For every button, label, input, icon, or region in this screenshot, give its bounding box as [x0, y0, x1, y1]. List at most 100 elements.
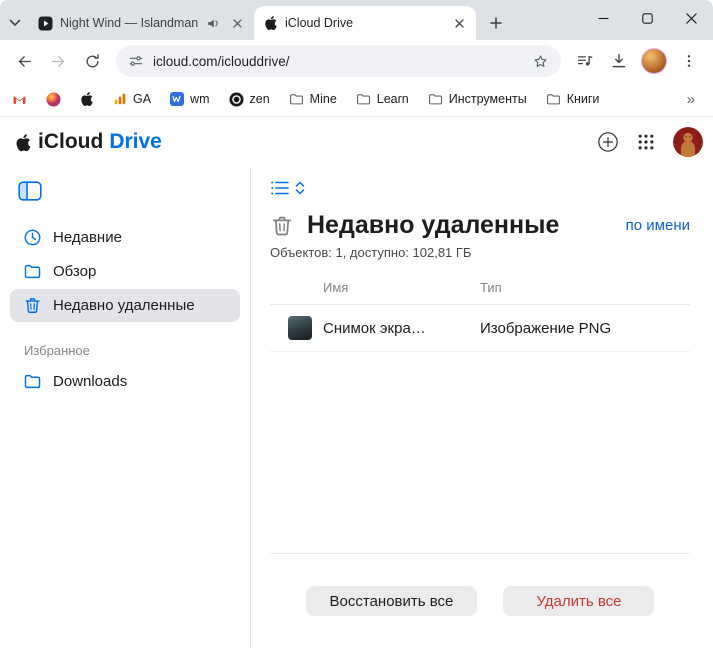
bookmark-folder-mine[interactable]: Mine: [289, 92, 337, 107]
wm-site-icon: [170, 92, 185, 106]
icloud-account-avatar[interactable]: [673, 127, 703, 157]
bookmark-label: wm: [190, 92, 210, 106]
view-toggle-button[interactable]: [270, 177, 305, 199]
apple-icon: [81, 92, 93, 106]
brand-drive-text: Drive: [109, 130, 162, 153]
sidebar-item-label: Недавно удаленные: [53, 297, 195, 314]
footer-actions: Восстановить все Удалить все: [270, 586, 690, 616]
close-tab-icon[interactable]: [450, 14, 468, 32]
sidebar-item-label: Downloads: [53, 373, 128, 390]
minimize-button[interactable]: [581, 0, 625, 36]
folder-icon: [24, 374, 41, 389]
sidebar-toggle-button[interactable]: [18, 181, 42, 201]
bookmark-zen[interactable]: zen: [229, 92, 270, 107]
bookmark-folder-tools[interactable]: Инструменты: [428, 92, 527, 107]
bookmark-label: Mine: [309, 92, 337, 106]
bookmark-label: Learn: [376, 92, 409, 106]
page-title: Недавно удаленные: [307, 211, 560, 239]
browser-profile-avatar[interactable]: [641, 48, 667, 74]
back-button[interactable]: [8, 45, 40, 77]
file-row[interactable]: Снимок экра… Изображение PNG: [270, 305, 690, 352]
folder-icon: [289, 93, 303, 104]
title-row: Недавно удаленные по имени: [270, 211, 690, 240]
folder-icon: [546, 93, 560, 104]
three-dot-menu-icon: [687, 55, 691, 67]
window-controls: [581, 0, 713, 36]
gmail-icon: [13, 95, 26, 104]
bookmark-folder-learn[interactable]: Learn: [356, 92, 409, 107]
sidebar-item-browse[interactable]: Обзор: [10, 255, 240, 288]
file-type: Изображение PNG: [480, 319, 612, 337]
chevron-updown-icon: [295, 181, 305, 195]
apple-favicon-icon: [265, 16, 277, 30]
app-launcher-grid-icon[interactable]: [636, 132, 656, 152]
sidebar-item-downloads[interactable]: Downloads: [10, 365, 240, 398]
speaker-icon[interactable]: [206, 16, 221, 31]
trash-title-icon: [273, 216, 291, 235]
bookmark-star-icon[interactable]: [532, 53, 549, 70]
file-name: Снимок экра…: [323, 319, 426, 337]
bookmark-label: Книги: [566, 92, 600, 106]
media-note-icon: [577, 55, 593, 66]
bookmark-folder-books[interactable]: Книги: [546, 92, 600, 107]
sidebar-item-label: Недавние: [53, 229, 122, 246]
footer-divider: [270, 553, 690, 554]
site-settings-icon[interactable]: [128, 53, 144, 69]
sidebar-toggle-icon: [18, 181, 42, 201]
download-button[interactable]: [603, 45, 635, 77]
address-bar[interactable]: icloud.com/iclouddrive/: [116, 45, 561, 77]
folder-icon: [356, 93, 370, 104]
column-header-type: Тип: [480, 280, 502, 295]
browser-menu-button[interactable]: [673, 45, 705, 77]
tab-night-wind[interactable]: Night Wind — Islandman: [28, 6, 254, 40]
bookmark-ga[interactable]: GA: [113, 92, 151, 106]
plus-icon: [490, 17, 502, 29]
reload-button[interactable]: [76, 45, 108, 77]
column-header-name: Имя: [323, 280, 349, 295]
reload-icon: [86, 53, 99, 67]
play-favicon-icon: [38, 16, 53, 30]
sidebar-item-recently-deleted[interactable]: Недавно удаленные: [10, 289, 240, 322]
apple-logo-icon: [16, 134, 31, 152]
add-plus-circle-icon[interactable]: [597, 131, 619, 153]
tab-icloud-drive[interactable]: iCloud Drive: [254, 6, 476, 40]
new-tab-button[interactable]: [482, 9, 510, 37]
url-text: icloud.com/iclouddrive/: [153, 53, 290, 69]
back-arrow-icon: [18, 55, 31, 67]
list-view-icon: [271, 181, 289, 195]
file-thumbnail: [288, 316, 312, 340]
bookmark-apple[interactable]: [80, 92, 94, 106]
tab-title: Night Wind — Islandman: [60, 16, 199, 30]
forward-arrow-icon: [51, 55, 64, 67]
table-header: Имя Тип: [270, 280, 690, 305]
bookmark-label: zen: [249, 92, 270, 106]
icloud-drive-brand[interactable]: iCloud Drive: [15, 130, 162, 154]
bookmarks-overflow-chevron[interactable]: »: [681, 91, 701, 108]
sidebar: Недавние Обзор Недавно удаленные Избранн…: [0, 167, 251, 648]
bookmark-browser[interactable]: [46, 92, 61, 107]
browser-window: Night Wind — Islandman iCloud Drive iclo…: [0, 0, 713, 648]
download-icon: [612, 53, 626, 68]
zen-icon: [229, 92, 244, 106]
bookmark-label: Инструменты: [448, 92, 527, 106]
close-tab-icon[interactable]: [228, 14, 246, 32]
tab-search-button[interactable]: [2, 6, 28, 40]
bookmarks-bar: GA wm zen Mine Learn Инструменты Книги »: [0, 82, 713, 117]
tab-strip: Night Wind — Islandman iCloud Drive: [0, 0, 713, 40]
folder-icon: [428, 93, 442, 104]
bookmark-label: GA: [133, 92, 152, 106]
sort-by-name-button[interactable]: по имени: [626, 217, 690, 234]
bookmark-wm[interactable]: wm: [170, 92, 210, 106]
sidebar-item-label: Обзор: [53, 263, 97, 280]
media-controls-button[interactable]: [569, 45, 601, 77]
content-panel: Недавно удаленные по имени Объектов: 1, …: [251, 167, 713, 648]
bookmark-gmail[interactable]: [12, 92, 27, 107]
storage-summary: Объектов: 1, доступно: 102,81 ГБ: [270, 245, 472, 260]
icloud-main: Недавние Обзор Недавно удаленные Избранн…: [0, 167, 713, 648]
sidebar-item-recents[interactable]: Недавние: [10, 221, 240, 254]
restore-all-button[interactable]: Восстановить все: [305, 586, 478, 616]
maximize-button[interactable]: [625, 0, 669, 36]
close-window-button[interactable]: [669, 0, 713, 36]
delete-all-button[interactable]: Удалить все: [503, 586, 655, 616]
forward-button[interactable]: [42, 45, 74, 77]
